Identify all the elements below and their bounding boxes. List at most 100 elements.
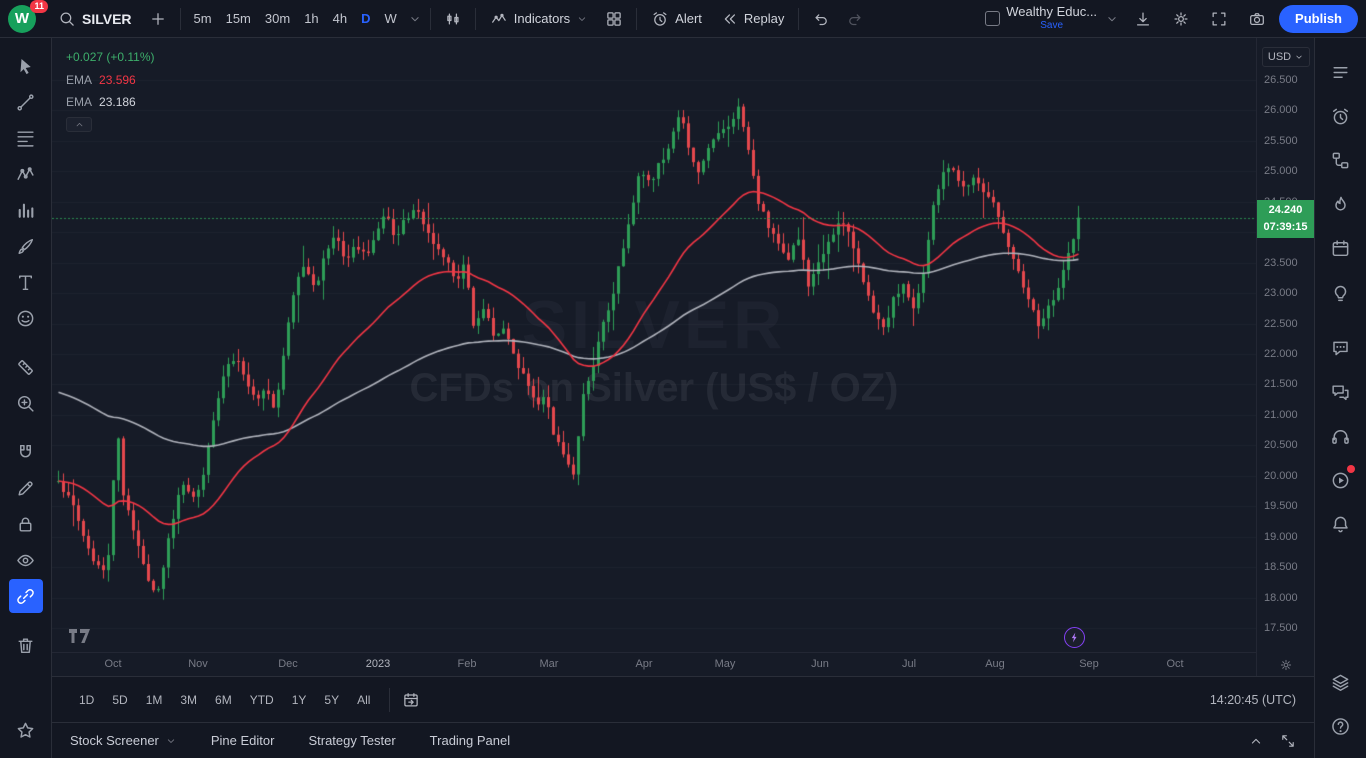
- snapshot-button[interactable]: [1241, 5, 1273, 33]
- panel-maximize-button[interactable]: [1280, 733, 1296, 749]
- currency-select[interactable]: USD: [1262, 47, 1310, 67]
- fullscreen-button[interactable]: [1203, 5, 1235, 33]
- range-5d[interactable]: 5D: [103, 687, 136, 713]
- price-axis-label: 20.500: [1264, 439, 1298, 451]
- ema-fast-legend-row[interactable]: EMA 23.596: [66, 73, 155, 87]
- price-axis-label: 21.500: [1264, 378, 1298, 390]
- ruler-tool[interactable]: [9, 350, 43, 384]
- goto-date-button[interactable]: [389, 688, 420, 712]
- layout-name: Wealthy Educ...: [1006, 5, 1097, 20]
- range-5y[interactable]: 5Y: [315, 687, 348, 713]
- sidebar-item-notifications[interactable]: [1323, 506, 1359, 542]
- tab-stock-screener[interactable]: Stock Screener: [70, 733, 177, 748]
- sidebar-item-help[interactable]: [1323, 708, 1359, 744]
- chart-pane: SILVER CFDs on Silver (US$ / OZ) +0.027 …: [52, 38, 1256, 676]
- symbol-search[interactable]: SILVER: [50, 5, 140, 33]
- load-layout-button[interactable]: [1127, 5, 1159, 33]
- sidebar-item-videos[interactable]: [1323, 462, 1359, 498]
- price-axis-label: 17.500: [1264, 622, 1298, 634]
- sidebar-item-drawings-panel[interactable]: [1323, 664, 1359, 700]
- range-1m[interactable]: 1M: [137, 687, 172, 713]
- chats-icon: [1330, 382, 1351, 403]
- magnet-tool[interactable]: [9, 435, 43, 469]
- link-tool[interactable]: [9, 579, 43, 613]
- timeframe-D[interactable]: D: [354, 5, 377, 33]
- layout-menu[interactable]: Wealthy Educ... Save: [1006, 5, 1097, 31]
- lightning-event-icon[interactable]: [1064, 627, 1085, 648]
- tradingview-logo[interactable]: [68, 625, 95, 644]
- chart-type-button[interactable]: [437, 5, 469, 33]
- publish-button[interactable]: Publish: [1279, 5, 1358, 33]
- app-logo[interactable]: W 11: [8, 4, 40, 34]
- sidebar-item-object-tree[interactable]: [1323, 142, 1359, 178]
- range-ytd[interactable]: YTD: [241, 687, 283, 713]
- fib-retracement-tool[interactable]: [9, 121, 43, 155]
- timeframe-dropdown-button[interactable]: [406, 12, 424, 26]
- range-6m[interactable]: 6M: [206, 687, 241, 713]
- lock-tool[interactable]: [9, 507, 43, 541]
- forecast-tool[interactable]: [9, 193, 43, 227]
- draw-tool[interactable]: [9, 471, 43, 505]
- zoom-tool[interactable]: [9, 386, 43, 420]
- undo-button[interactable]: [805, 5, 837, 33]
- sidebar-item-ideas[interactable]: [1323, 274, 1359, 310]
- chart-wrap: SILVER CFDs on Silver (US$ / OZ) +0.027 …: [52, 38, 1314, 676]
- sidebar-item-hotlists[interactable]: [1323, 186, 1359, 222]
- price-axis-label: 19.000: [1264, 531, 1298, 543]
- time-axis[interactable]: OctNovDec2023FebMarAprMayJunJulAugSepOct: [52, 652, 1256, 676]
- sidebar-item-private-chat[interactable]: [1323, 374, 1359, 410]
- axis-settings-gear-icon[interactable]: [1279, 658, 1293, 672]
- redo-button[interactable]: [839, 5, 871, 33]
- alert-button[interactable]: Alert: [643, 5, 710, 33]
- ema-slow-legend-row[interactable]: EMA 23.186: [66, 95, 155, 109]
- range-all[interactable]: All: [348, 687, 379, 713]
- tab-trading-panel[interactable]: Trading Panel: [430, 733, 510, 748]
- settings-button[interactable]: [1165, 5, 1197, 33]
- sidebar-item-minds-chat[interactable]: [1323, 330, 1359, 366]
- panel-expand-button[interactable]: [1248, 733, 1264, 749]
- layout-checkbox[interactable]: [985, 11, 1000, 26]
- emoji-tool[interactable]: [9, 301, 43, 335]
- timeframe-30m[interactable]: 30m: [258, 5, 297, 33]
- sidebar-item-alerts-panel[interactable]: [1323, 98, 1359, 134]
- favorites-star-tool[interactable]: [9, 713, 43, 747]
- indicators-button[interactable]: Indicators: [482, 5, 596, 33]
- price-axis[interactable]: USD 26.50026.00025.50025.00024.50024.000…: [1256, 38, 1314, 676]
- ema-label: EMA: [66, 73, 92, 87]
- timeframe-4h[interactable]: 4h: [326, 5, 354, 33]
- trend-line-tool[interactable]: [9, 85, 43, 119]
- hide-tool[interactable]: [9, 543, 43, 577]
- range-1y[interactable]: 1Y: [283, 687, 316, 713]
- replay-button[interactable]: Replay: [712, 5, 792, 33]
- range-3m[interactable]: 3M: [171, 687, 206, 713]
- chevron-up-icon: [1248, 733, 1264, 749]
- sidebar-item-watchlist[interactable]: [1323, 54, 1359, 90]
- toolbar-divider: [798, 8, 799, 30]
- timeframe-15m[interactable]: 15m: [219, 5, 258, 33]
- compare-add-symbol-button[interactable]: [142, 5, 174, 33]
- timeframe-W[interactable]: W: [378, 5, 404, 33]
- layout-dropdown-button[interactable]: [1103, 12, 1121, 26]
- pattern-tool[interactable]: [9, 157, 43, 191]
- layout-grid-button[interactable]: [598, 5, 630, 33]
- pattern-icon: [15, 164, 36, 185]
- headset-icon: [1330, 426, 1351, 447]
- chart-canvas[interactable]: [52, 38, 1256, 652]
- clock-utc[interactable]: 14:20:45 (UTC): [1210, 693, 1296, 707]
- legend-collapse-button[interactable]: [66, 117, 92, 132]
- sidebar-item-economic-calendar[interactable]: [1323, 230, 1359, 266]
- timeframe-1h[interactable]: 1h: [297, 5, 325, 33]
- tab-strategy-tester[interactable]: Strategy Tester: [308, 733, 395, 748]
- cursor-tool[interactable]: [9, 49, 43, 83]
- save-layout-link[interactable]: Save: [1040, 20, 1063, 32]
- range-1d[interactable]: 1D: [70, 687, 103, 713]
- trash-tool[interactable]: [9, 628, 43, 662]
- tab-pine-editor[interactable]: Pine Editor: [211, 733, 275, 748]
- brush-tool[interactable]: [9, 229, 43, 263]
- text-tool[interactable]: [9, 265, 43, 299]
- timeframe-5m[interactable]: 5m: [187, 5, 219, 33]
- sidebar-item-streams[interactable]: [1323, 418, 1359, 454]
- watchlist-icon: [1330, 62, 1351, 83]
- time-axis-label: Oct: [1166, 658, 1183, 670]
- emoji-icon: [15, 308, 36, 329]
